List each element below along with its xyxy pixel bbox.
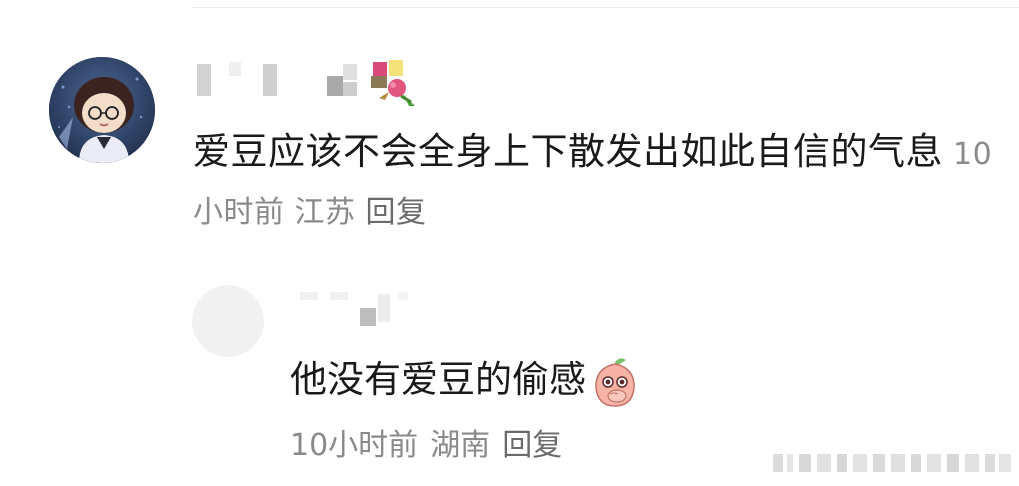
comment-text: 爱豆应该不会全身上下散发出如此自信的气息: [193, 130, 943, 173]
watermark: [773, 452, 1011, 474]
reply-location: 湖南: [430, 428, 491, 463]
username[interactable]: [193, 60, 423, 108]
divider: [192, 7, 1019, 8]
comment-location: 江苏: [294, 195, 356, 230]
avatar[interactable]: [49, 57, 155, 163]
avatar-illustration-icon: [49, 57, 155, 163]
reply-meta: 10小时前 湖南 回复: [290, 422, 574, 470]
reply-body: 他没有爱豆的偷感: [290, 352, 640, 408]
bouquet-icon: [371, 60, 417, 108]
reply-username[interactable]: [290, 290, 420, 330]
reply-button[interactable]: 回复: [366, 195, 427, 230]
reply-avatar[interactable]: [192, 285, 264, 357]
peach-emoji-icon: [590, 356, 640, 408]
reply-text: 他没有爱豆的偷感: [290, 358, 586, 401]
comment-body: 爱豆应该不会全身上下散发出如此自信的气息 10小时前 江苏 回复: [193, 124, 1008, 240]
reply-reply-button[interactable]: 回复: [502, 428, 562, 463]
reply-time: 10小时前: [290, 428, 419, 463]
comment-thread: 爱豆应该不会全身上下散发出如此自信的气息 10小时前 江苏 回复 他没有爱豆的偷感 1…: [0, 0, 1019, 486]
